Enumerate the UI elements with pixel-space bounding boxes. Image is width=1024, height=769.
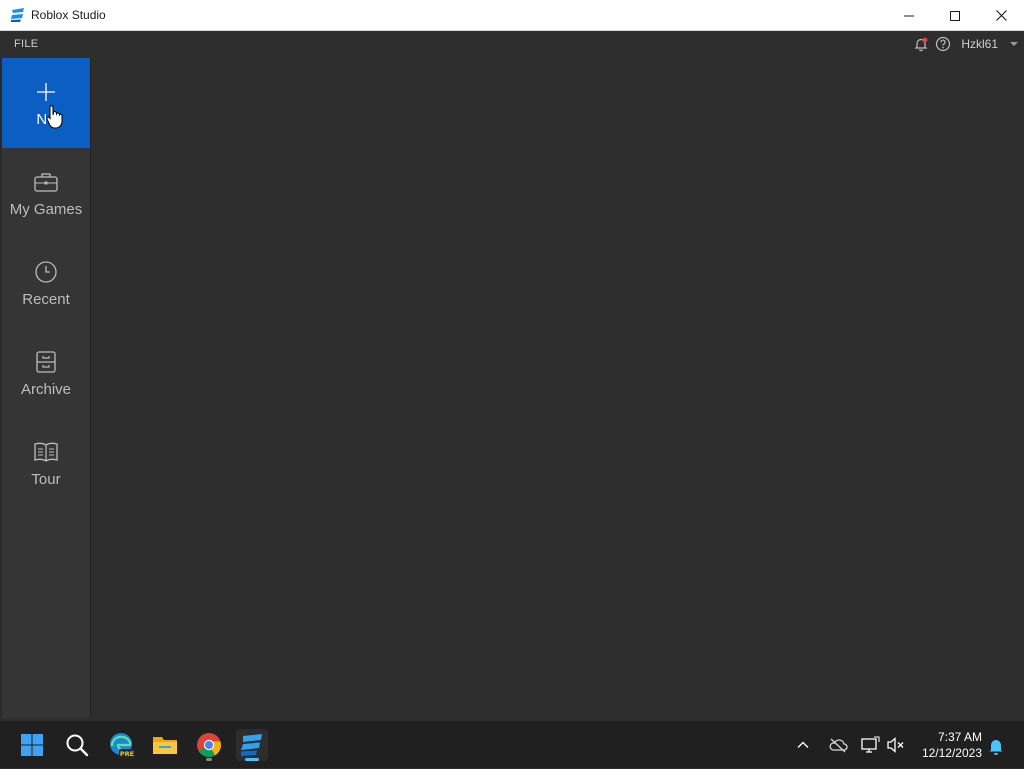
sidebar-item-recent[interactable]: Recent [2,238,90,328]
book-icon [33,439,59,465]
account-area: Hzkl61 [913,31,1020,57]
clock-time: 7:37 AM [937,730,982,744]
taskbar-search-button[interactable] [61,729,93,761]
file-menu[interactable]: FILE [14,38,38,50]
svg-text:PRE: PRE [120,750,134,758]
plus-icon [33,79,59,105]
roblox-studio-icon [241,734,262,756]
maximize-button[interactable] [932,0,978,31]
window-title: Roblox Studio [31,8,106,22]
sidebar-item-label: My Games [9,200,83,218]
minimize-button[interactable] [886,0,932,31]
taskbar-edge-button[interactable]: PRE [106,729,138,761]
active-indicator [245,758,259,761]
sidebar-item-label: Archive [20,380,72,398]
edge-pre-icon: PRE [110,733,135,758]
sidebar-item-new[interactable]: Ne [2,58,90,148]
username[interactable]: Hzkl61 [961,37,998,51]
menu-bar: FILE Hzkl61 [0,31,1024,57]
clock-date: 12/12/2023 [921,746,982,760]
bell-icon[interactable] [913,36,929,52]
running-indicator [206,758,212,761]
onedrive-icon[interactable] [828,737,848,753]
taskbar-file-explorer-button[interactable] [149,729,181,761]
chevron-down-icon[interactable] [1010,42,1018,46]
sidebar-item-tour[interactable]: Tour [2,418,90,508]
hand-cursor-icon [46,105,63,129]
sidebar-item-label: Tour [31,470,61,488]
taskbar-roblox-studio-button[interactable] [236,729,268,761]
clock[interactable]: 7:37 AM 12/12/2023 [912,729,982,761]
volume-muted-icon[interactable] [886,736,906,754]
close-button[interactable] [978,0,1024,31]
clock-icon [33,259,59,285]
minimize-icon [904,15,914,16]
window-controls [886,0,1024,31]
sidebar-item-label: Recent [22,290,70,308]
maximize-icon [950,10,960,21]
search-icon [66,734,89,757]
sidebar: Ne My Games Recent Archive Tour [2,58,91,718]
help-icon[interactable] [935,36,951,52]
chevron-up-icon[interactable] [796,738,810,752]
notification-bell-icon[interactable] [988,737,1004,755]
archive-icon [33,349,59,375]
start-button[interactable] [16,729,48,761]
file-explorer-icon [153,737,177,754]
start-icon [21,734,43,756]
network-icon[interactable] [860,736,880,754]
roblox-studio-icon [11,8,24,22]
sidebar-item-my-games[interactable]: My Games [2,148,90,238]
briefcase-icon [33,169,59,195]
close-icon [995,10,1007,21]
sidebar-item-archive[interactable]: Archive [2,328,90,418]
system-tray [796,721,914,769]
title-bar: Roblox Studio [0,0,1024,31]
start-page-content [92,58,1024,720]
taskbar-chrome-button[interactable] [193,729,225,761]
chrome-icon [197,733,221,758]
taskbar: PRE 7:37 AM 12/12/2023 [0,720,1024,768]
